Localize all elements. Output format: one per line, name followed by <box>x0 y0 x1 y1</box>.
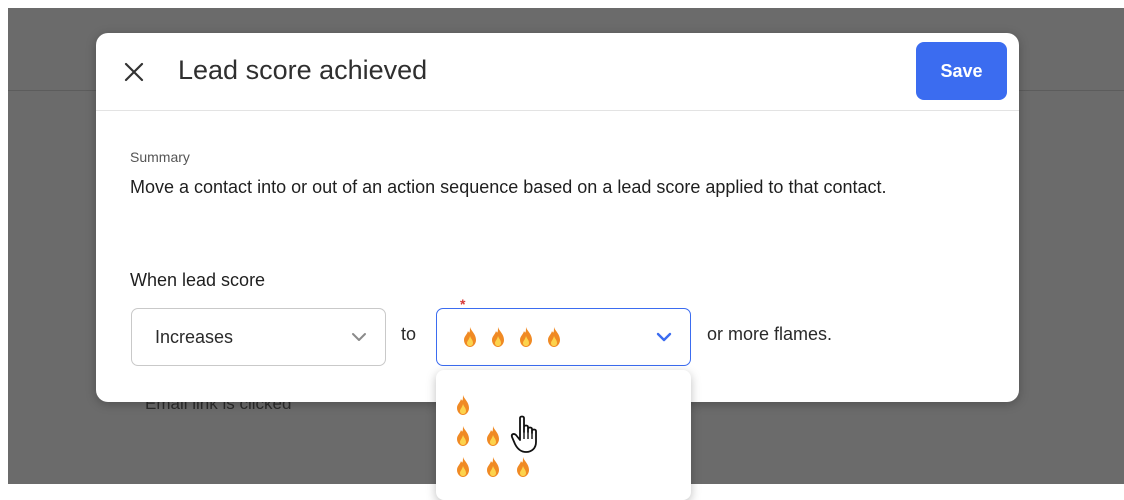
flames-select[interactable] <box>436 308 691 366</box>
flame-icon <box>520 327 532 347</box>
modal-title: Lead score achieved <box>178 55 428 85</box>
flame-icon <box>548 327 560 347</box>
when-lead-score-label: When lead score <box>130 270 266 290</box>
flames-option-2[interactable] <box>454 425 502 447</box>
flames-dropdown-menu <box>436 370 691 500</box>
close-icon <box>124 62 144 82</box>
flame-icon <box>487 426 499 446</box>
modal-header: Lead score achieved Save <box>96 33 1019 111</box>
flame-icon <box>457 426 469 446</box>
flame-icon <box>457 395 469 415</box>
flame-icon <box>487 457 499 477</box>
trigger-modal: Lead score achieved Save Summary Move a … <box>96 33 1019 402</box>
hand-pointer-cursor-icon <box>510 415 537 453</box>
close-button[interactable] <box>120 58 148 86</box>
chevron-down-icon <box>352 333 366 341</box>
flames-option-3[interactable] <box>454 456 532 478</box>
summary-text: Move a contact into or out of an action … <box>130 177 887 197</box>
flame-icon <box>492 327 504 347</box>
summary-label: Summary <box>130 149 190 165</box>
flames-select-value <box>461 326 563 348</box>
direction-select-value: Increases <box>155 327 234 347</box>
save-button[interactable]: Save <box>916 42 1007 100</box>
flame-icon <box>517 457 529 477</box>
direction-select[interactable]: Increases <box>131 308 386 366</box>
more-flames-label: or more flames. <box>707 324 833 344</box>
flames-option-1[interactable] <box>454 394 472 416</box>
chevron-down-icon <box>656 332 672 342</box>
flame-icon <box>464 327 476 347</box>
to-label: to <box>401 324 417 344</box>
flame-icon <box>457 457 469 477</box>
